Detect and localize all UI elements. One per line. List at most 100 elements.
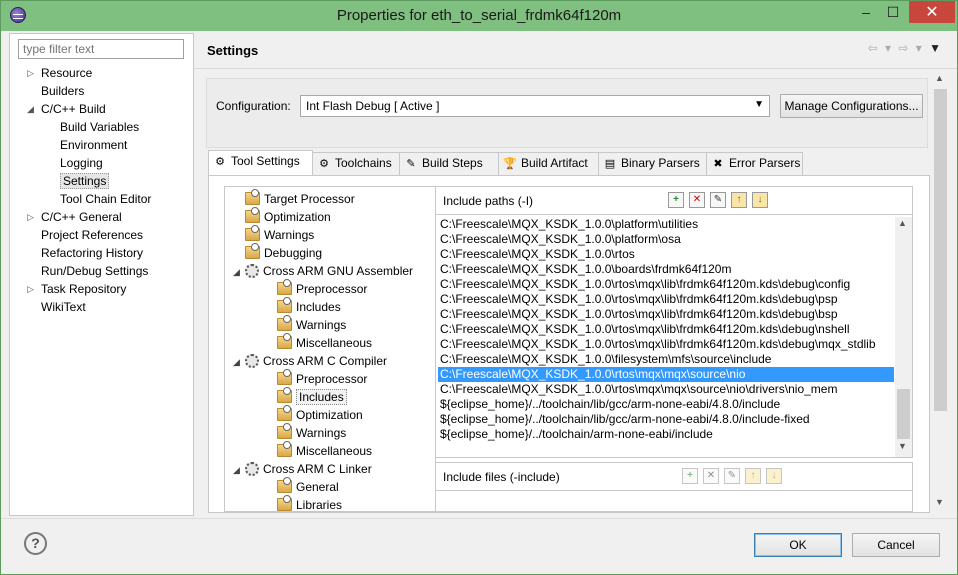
tree-item-c-c-build[interactable]: ◢ C/C++ Build xyxy=(27,100,106,118)
move-down-icon[interactable]: ↓ xyxy=(752,192,768,208)
configuration-select[interactable]: Int Flash Debug [ Active ] ▼ xyxy=(300,95,770,117)
minimize-button[interactable]: ‒ xyxy=(853,1,879,23)
filter-input[interactable] xyxy=(18,39,184,59)
tab-label: Build Artifact xyxy=(521,156,588,170)
scroll-thumb[interactable] xyxy=(897,389,910,439)
add-icon[interactable]: + xyxy=(668,192,684,208)
chevron-down-icon: ▼ xyxy=(754,99,764,110)
tool-tree-item[interactable]: Preprocessor xyxy=(265,279,367,298)
tool-tree-label: Includes xyxy=(296,389,347,405)
include-path-row[interactable]: C:\Freescale\MQX_KSDK_1.0.0\rtos xyxy=(438,247,894,262)
maximize-button[interactable]: ☐ xyxy=(879,1,907,23)
tool-tree-item[interactable]: Miscellaneous xyxy=(265,441,372,460)
scroll-thumb[interactable] xyxy=(934,89,947,411)
tool-tree-item[interactable]: Libraries xyxy=(265,495,342,511)
include-path-row[interactable]: C:\Freescale\MQX_KSDK_1.0.0\platform\uti… xyxy=(438,217,894,232)
include-files-toolbar: + ✕ ✎ ↑ ↓ xyxy=(682,468,782,484)
tab-binary-parsers[interactable]: ▤ Binary Parsers xyxy=(598,152,707,175)
close-button[interactable]: ✕ xyxy=(909,1,955,23)
delete-icon[interactable]: ✕ xyxy=(689,192,705,208)
include-path-row[interactable]: ${eclipse_home}/../toolchain/lib/gcc/arm… xyxy=(438,412,894,427)
tab-toolchains[interactable]: ⚙ Toolchains xyxy=(312,152,400,175)
tool-tree-item[interactable]: Warnings xyxy=(265,315,347,334)
edit-icon[interactable]: ✎ xyxy=(724,468,740,484)
nav-arrows[interactable]: ⇦ ▾ ⇨ ▾ ▼ xyxy=(868,41,943,55)
tool-tree-item[interactable]: Preprocessor xyxy=(265,369,367,388)
tool-tree-item[interactable]: ◢ Cross ARM GNU Assembler xyxy=(233,262,413,280)
include-path-row[interactable]: C:\Freescale\MQX_KSDK_1.0.0\rtos\mqx\mqx… xyxy=(438,382,894,397)
tree-item-environment[interactable]: Environment xyxy=(60,136,127,154)
tab-icon: ▤ xyxy=(604,157,616,170)
move-up-icon[interactable]: ↑ xyxy=(731,192,747,208)
tool-tree-item[interactable]: Warnings xyxy=(265,423,346,442)
tool-tree-item[interactable]: Includes xyxy=(265,297,341,316)
tab-icon: ⚙ xyxy=(319,157,329,170)
tab-build-artifact[interactable]: 🏆 Build Artifact xyxy=(498,152,599,175)
edit-icon[interactable]: ✎ xyxy=(710,192,726,208)
include-path-row[interactable]: C:\Freescale\MQX_KSDK_1.0.0\platform\osa xyxy=(438,232,894,247)
page-scrollbar[interactable]: ▲ ▼ xyxy=(932,71,949,511)
tool-tree-label: Warnings xyxy=(296,318,347,332)
include-path-row[interactable]: ${eclipse_home}/../toolchain/arm-none-ea… xyxy=(438,427,894,442)
include-path-row[interactable]: C:\Freescale\MQX_KSDK_1.0.0\rtos\mqx\lib… xyxy=(438,292,894,307)
cancel-button[interactable]: Cancel xyxy=(852,533,940,557)
tree-item-c-c-general[interactable]: ▷ C/C++ General xyxy=(27,208,122,226)
include-path-row[interactable]: C:\Freescale\MQX_KSDK_1.0.0\rtos\mqx\lib… xyxy=(438,277,894,292)
tree-item-task-repository[interactable]: ▷ Task Repository xyxy=(27,280,126,298)
ok-button[interactable]: OK xyxy=(754,533,842,557)
include-paths-list[interactable]: C:\Freescale\MQX_KSDK_1.0.0\platform\uti… xyxy=(438,217,894,457)
include-path-row[interactable]: C:\Freescale\MQX_KSDK_1.0.0\filesystem\m… xyxy=(438,352,894,367)
include-path-row[interactable]: ${eclipse_home}/../toolchain/lib/gcc/arm… xyxy=(438,397,894,412)
tree-item-settings[interactable]: Settings xyxy=(60,172,110,190)
collapse-icon[interactable]: ◢ xyxy=(233,263,245,281)
tree-item-logging[interactable]: Logging xyxy=(60,154,103,172)
tab-tool-settings[interactable]: ⚙ Tool Settings xyxy=(208,150,313,175)
tool-tree-item[interactable]: Optimization xyxy=(233,207,331,226)
include-paths-scrollbar[interactable]: ▲ ▼ xyxy=(895,217,912,457)
move-down-icon[interactable]: ↓ xyxy=(766,468,782,484)
tree-item-tool-chain-editor[interactable]: Tool Chain Editor xyxy=(60,190,151,208)
tree-item-wikitext[interactable]: WikiText xyxy=(41,298,86,316)
tree-item-refactoring-history[interactable]: Refactoring History xyxy=(41,244,143,262)
add-icon[interactable]: + xyxy=(682,468,698,484)
tree-item-builders[interactable]: Builders xyxy=(41,82,84,100)
tree-item-run-debug-settings[interactable]: Run/Debug Settings xyxy=(41,262,148,280)
tool-tree-item[interactable]: Optimization xyxy=(265,405,363,424)
collapse-icon[interactable]: ◢ xyxy=(233,353,245,371)
tool-tree-item[interactable]: ◢ Cross ARM C Linker xyxy=(233,460,372,478)
help-icon[interactable]: ? xyxy=(24,532,47,555)
collapse-icon[interactable]: ◢ xyxy=(233,461,245,479)
configuration-label: Configuration: xyxy=(216,99,291,113)
scroll-up-icon[interactable]: ▲ xyxy=(898,218,907,228)
tab-error-parsers[interactable]: ✖ Error Parsers xyxy=(706,152,803,175)
back-forward-icons[interactable]: ⇦ ▾ ⇨ ▾ xyxy=(868,41,924,55)
tool-tree-item[interactable]: Debugging xyxy=(233,243,322,262)
manage-configurations-button[interactable]: Manage Configurations... xyxy=(780,94,923,118)
include-path-row[interactable]: C:\Freescale\MQX_KSDK_1.0.0\rtos\mqx\lib… xyxy=(438,337,894,352)
tree-item-resource[interactable]: ▷ Resource xyxy=(27,64,92,82)
expand-icon[interactable]: ▷ xyxy=(27,64,37,82)
expand-icon[interactable]: ▷ xyxy=(27,208,37,226)
scroll-down-icon[interactable]: ▼ xyxy=(898,441,907,451)
collapse-icon[interactable]: ◢ xyxy=(27,100,37,118)
tool-tree-item[interactable]: General xyxy=(265,477,339,496)
tool-tree-item[interactable]: Target Processor xyxy=(233,189,355,208)
include-path-row[interactable]: C:\Freescale\MQX_KSDK_1.0.0\rtos\mqx\lib… xyxy=(438,322,894,337)
tool-tree-item[interactable]: Warnings xyxy=(233,225,314,244)
move-up-icon[interactable]: ↑ xyxy=(745,468,761,484)
tool-tree-item[interactable]: ◢ Cross ARM C Compiler xyxy=(233,352,387,370)
expand-icon[interactable]: ▷ xyxy=(27,280,37,298)
scroll-down-icon[interactable]: ▼ xyxy=(935,497,944,507)
view-menu-icon[interactable]: ▼ xyxy=(929,41,943,55)
tree-item-project-references[interactable]: Project References xyxy=(41,226,143,244)
include-path-row[interactable]: C:\Freescale\MQX_KSDK_1.0.0\boards\frdmk… xyxy=(438,262,894,277)
delete-icon[interactable]: ✕ xyxy=(703,468,719,484)
tab-build-steps[interactable]: ✎ Build Steps xyxy=(399,152,499,175)
tree-item-build-variables[interactable]: Build Variables xyxy=(60,118,139,136)
tab-label: Build Steps xyxy=(422,156,483,170)
include-path-row[interactable]: C:\Freescale\MQX_KSDK_1.0.0\rtos\mqx\mqx… xyxy=(438,367,894,382)
tool-tree-item[interactable]: Miscellaneous xyxy=(265,333,372,352)
tool-tree-item[interactable]: Includes xyxy=(265,387,347,406)
include-path-row[interactable]: C:\Freescale\MQX_KSDK_1.0.0\rtos\mqx\lib… xyxy=(438,307,894,322)
scroll-up-icon[interactable]: ▲ xyxy=(935,73,944,83)
